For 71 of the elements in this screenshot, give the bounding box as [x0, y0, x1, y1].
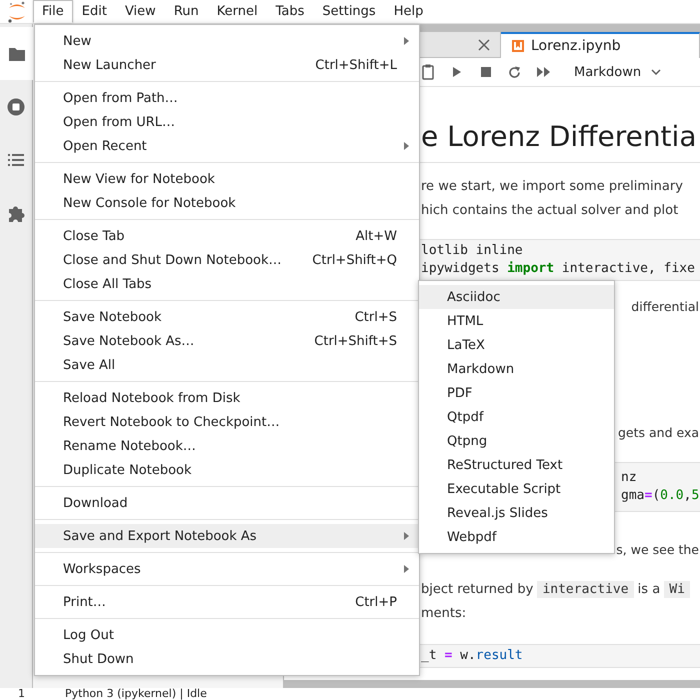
menu-entry[interactable]: Qtpdf	[419, 405, 614, 429]
markdown-line: ments:	[421, 605, 468, 623]
menu-entry[interactable]: Duplicate Notebook	[35, 458, 419, 482]
menu-entry[interactable]: Close and Shut Down Notebook… Ctrl+Shift+Q	[35, 248, 419, 272]
notebook-icon	[511, 39, 525, 53]
markdown-line: bject returned by interactive is a Wi	[421, 578, 700, 602]
menu-entry[interactable]: Download	[35, 491, 419, 515]
menu-entry[interactable]: Close All Tabs	[35, 272, 419, 296]
caret-icon	[651, 69, 662, 75]
menu-entry[interactable]: Save and Export Notebook As	[35, 524, 419, 548]
menu-entry[interactable]: ReStructured Text	[419, 453, 614, 477]
menu-entry[interactable]: Workspaces	[35, 557, 419, 581]
stop-icon	[480, 67, 490, 77]
stop-circle-icon	[7, 98, 25, 116]
clipboard-icon	[422, 64, 434, 80]
code-line: ipywidgets import interactive, fixe	[421, 260, 696, 278]
menu-item[interactable]: Edit	[72, 0, 116, 23]
menu-item[interactable]: Tabs	[266, 0, 314, 23]
code-line: lotlib inline	[421, 242, 524, 260]
menu-entry[interactable]: Shut Down	[35, 647, 419, 671]
fast-forward-icon	[537, 67, 550, 77]
menu-entry[interactable]: Open from Path…	[35, 86, 419, 110]
menu-entry[interactable]: Webpdf	[419, 525, 614, 549]
cell-type-dropdown[interactable]: Markdown	[570, 62, 666, 82]
menu-entry[interactable]: Qtpng	[419, 429, 614, 453]
run-icon	[452, 66, 462, 78]
tab[interactable]: Lorenz.ipynb	[501, 32, 700, 58]
puzzle-icon	[7, 204, 25, 222]
markdown-line: s, we see the	[616, 541, 699, 559]
markdown-line: re we start, we import some preliminary	[421, 178, 684, 196]
menu-entry[interactable]: New View for Notebook	[35, 167, 419, 191]
restart-icon	[508, 66, 521, 78]
menu-entry[interactable]: Save Notebook As… Ctrl+Shift+S	[35, 329, 419, 353]
markdown-line: differential	[631, 298, 699, 316]
menu-entry[interactable]: Reveal.js Slides	[419, 501, 614, 525]
notebook-heading: e Lorenz Differentia	[421, 119, 698, 155]
logo-icon	[6, 0, 26, 22]
markdown-line: hich contains the actual solver and plot	[421, 202, 680, 220]
sidebar-tab[interactable]	[0, 27, 33, 80]
markdown-line: gets and exa	[618, 424, 699, 442]
menu-item[interactable]: View	[116, 0, 165, 23]
code-line: gma=(0.0,5	[621, 487, 700, 505]
menu-entry[interactable]: New	[35, 29, 419, 53]
menu-entry[interactable]: Log Out	[35, 623, 419, 647]
status-text: 1	[18, 688, 25, 700]
menu-item[interactable]: Settings	[313, 0, 385, 23]
menu-entry[interactable]: Open from URL…	[35, 110, 419, 134]
menu-entry[interactable]: Executable Script	[419, 477, 614, 501]
menu-entry[interactable]: Print… Ctrl+P	[35, 590, 419, 614]
code-line: nz	[621, 469, 638, 487]
menu-entry[interactable]: Close Tab Alt+W	[35, 224, 419, 248]
menu-entry[interactable]: PDF	[419, 381, 614, 405]
status-text: Python 3 (ipykernel) | Idle	[65, 688, 207, 700]
menu-entry[interactable]: LaTeX	[419, 333, 614, 357]
menu-item[interactable]: Kernel	[208, 0, 267, 23]
menu-entry[interactable]: Rename Notebook…	[35, 434, 419, 458]
menu-entry[interactable]: New Console for Notebook	[35, 191, 419, 215]
menu-entry[interactable]: Asciidoc	[419, 285, 614, 309]
close-icon	[478, 38, 490, 50]
menu-entry[interactable]: Revert Notebook to Checkpoint…	[35, 410, 419, 434]
menu-item[interactable]: Run	[164, 0, 208, 23]
menu-item[interactable]: Help	[384, 0, 432, 23]
menu-entry[interactable]: HTML	[419, 309, 614, 333]
menu-entry[interactable]: Reload Notebook from Disk	[35, 386, 419, 410]
code-line: _t = w.result	[421, 647, 524, 665]
menu-entry[interactable]: Open Recent	[35, 134, 419, 158]
menu-entry[interactable]: New Launcher Ctrl+Shift+L	[35, 53, 419, 77]
menu-entry[interactable]: Markdown	[419, 357, 614, 381]
menu-item[interactable]: File	[33, 0, 73, 23]
menu-entry[interactable]: Save All	[35, 353, 419, 377]
menu-entry[interactable]: Save Notebook Ctrl+S	[35, 305, 419, 329]
